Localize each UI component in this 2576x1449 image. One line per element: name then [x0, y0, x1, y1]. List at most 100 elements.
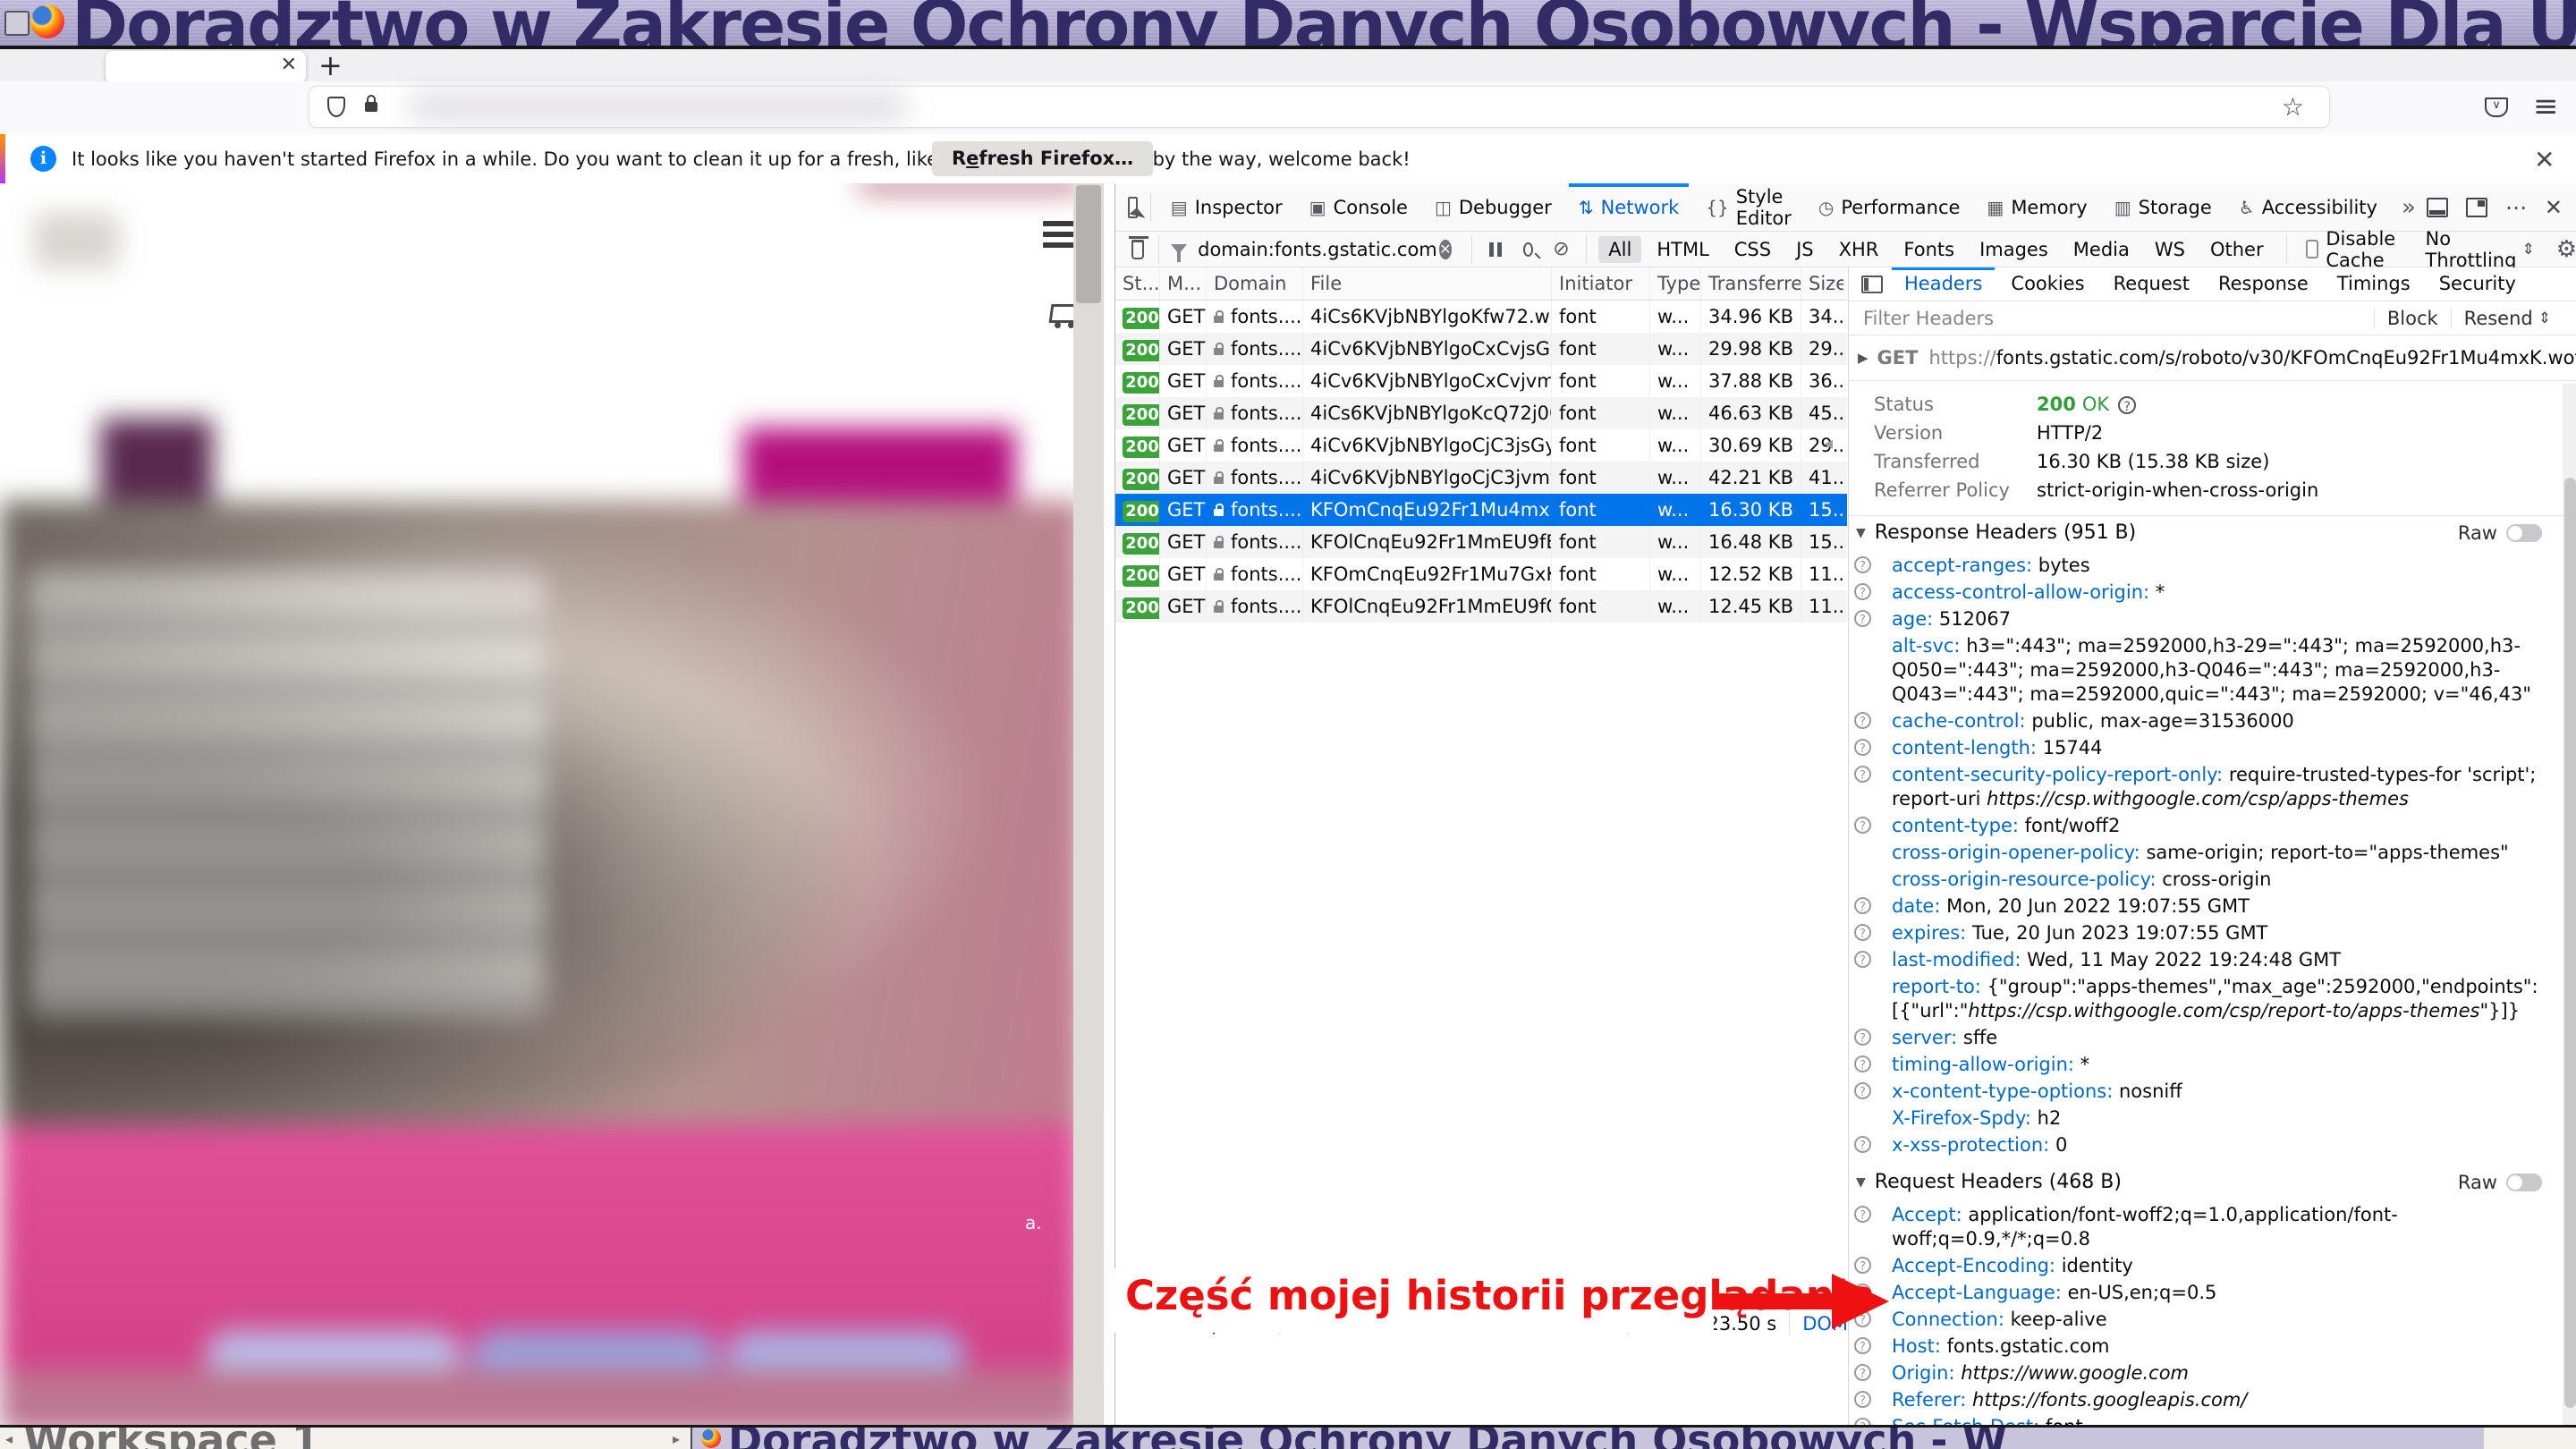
network-settings-gear-icon[interactable]: ⚙: [2556, 236, 2576, 263]
header-name[interactable]: alt-svc:: [1892, 635, 1961, 657]
help-icon[interactable]: ?: [1854, 610, 1871, 627]
header-name[interactable]: timing-allow-origin:: [1892, 1054, 2074, 1075]
header-name[interactable]: accept-ranges:: [1892, 555, 2032, 576]
expand-caret-icon[interactable]: ▶: [1858, 350, 1868, 366]
column-header[interactable]: Domain: [1207, 267, 1303, 300]
help-icon[interactable]: ?: [1854, 739, 1871, 756]
separate-window-icon[interactable]: [2466, 198, 2487, 217]
network-request-row[interactable]: 200GETfonts....4iCv6KVjbNBYlgoCjC3jvmyNL…: [1115, 462, 1847, 494]
raw-toggle[interactable]: [2506, 1174, 2542, 1191]
help-icon[interactable]: ?: [1854, 712, 1871, 729]
browser-tab[interactable]: ✕: [106, 51, 306, 83]
header-name[interactable]: cache-control:: [1892, 710, 2026, 732]
type-filter-all[interactable]: All: [1598, 236, 1641, 263]
network-request-row[interactable]: 200GETfonts....KFOmCnqEu92Fr1Mu7GxKOzY.w…: [1115, 558, 1847, 590]
collapse-pane-icon[interactable]: ◂: [1824, 432, 1833, 453]
block-button[interactable]: Block: [2374, 308, 2451, 329]
header-name[interactable]: X-Firefox-Spdy:: [1892, 1107, 2031, 1129]
pick-element-icon[interactable]: [1128, 197, 1138, 218]
header-name[interactable]: x-xss-protection:: [1892, 1134, 2049, 1156]
network-request-row[interactable]: 200GETfonts....KFOmCnqEu92Fr1Mu4mxK.woff…: [1115, 494, 1847, 526]
window-menu-icon[interactable]: [4, 11, 30, 36]
devtools-tab-memory[interactable]: ▦Memory: [1973, 183, 2100, 232]
help-icon[interactable]: ?: [1854, 1136, 1871, 1153]
network-request-row[interactable]: 200GETfonts....4iCv6KVjbNBYlgoCxCvjvmyNL…: [1115, 365, 1847, 397]
type-filter-images[interactable]: Images: [1970, 236, 2058, 263]
column-header[interactable]: File: [1303, 267, 1552, 300]
section-caret-icon[interactable]: ▼: [1856, 1175, 1866, 1190]
pause-recording-icon[interactable]: [1489, 242, 1502, 257]
help-icon[interactable]: ?: [1854, 1055, 1871, 1072]
help-icon[interactable]: ?: [1854, 1337, 1871, 1354]
notification-close-icon[interactable]: ✕: [2534, 145, 2555, 174]
block-requests-icon[interactable]: ⊘: [1553, 238, 1569, 260]
raw-toggle[interactable]: [2506, 524, 2542, 542]
devtools-tab-network[interactable]: ⇅Network: [1565, 183, 1692, 232]
help-icon[interactable]: ?: [1854, 1206, 1871, 1223]
devtools-tab-style-editor[interactable]: {}Style Editor: [1692, 183, 1805, 232]
tab-close-icon[interactable]: ✕: [281, 55, 297, 75]
type-filter-ws[interactable]: WS: [2145, 236, 2195, 263]
header-name[interactable]: Accept-Language:: [1892, 1282, 2062, 1303]
devtools-close-icon[interactable]: ✕: [2545, 195, 2563, 220]
request-url-row[interactable]: ▶ GET https://fonts.gstatic.com/s/roboto…: [1849, 335, 2576, 381]
column-header[interactable]: Size: [1801, 267, 1843, 300]
devtools-tab-inspector[interactable]: ▤Inspector: [1157, 183, 1296, 232]
header-name[interactable]: cross-origin-opener-policy:: [1892, 842, 2140, 863]
type-filter-fonts[interactable]: Fonts: [1894, 236, 1964, 263]
header-name[interactable]: age:: [1892, 608, 1933, 630]
filter-headers-input[interactable]: [1861, 307, 2374, 330]
disable-cache-checkbox[interactable]: [2306, 240, 2318, 258]
type-filter-js[interactable]: JS: [1786, 236, 1824, 263]
devtools-menu-icon[interactable]: ⋯: [2505, 195, 2527, 220]
devtools-tab-console[interactable]: ▣Console: [1296, 183, 1421, 232]
header-name[interactable]: cross-origin-resource-policy:: [1892, 869, 2157, 890]
header-name[interactable]: date:: [1892, 895, 1940, 917]
clear-filter-icon[interactable]: ✕: [1439, 240, 1451, 259]
help-icon[interactable]: ?: [1854, 924, 1871, 941]
help-icon[interactable]: ?: [1854, 1082, 1871, 1099]
header-name[interactable]: access-control-allow-origin:: [1892, 581, 2149, 603]
network-request-row[interactable]: 200GETfonts....4iCv6KVjbNBYlgoCxCvjsGyN.…: [1115, 333, 1847, 365]
header-name[interactable]: last-modified:: [1892, 949, 2021, 970]
response-headers-section[interactable]: ▼ Response Headers (951 B) Raw: [1849, 516, 2576, 549]
header-name[interactable]: Sec-Fetch-Dest:: [1892, 1416, 2039, 1425]
throttling-dropdown[interactable]: No Throttling ⇕: [2426, 228, 2535, 271]
detail-scrollbar[interactable]: [2563, 384, 2576, 1425]
header-name[interactable]: expires:: [1892, 922, 1966, 944]
network-filter-input[interactable]: [1196, 238, 1439, 261]
header-name[interactable]: Referer:: [1892, 1389, 1966, 1411]
page-scrollbar[interactable]: [1073, 183, 1104, 1425]
network-request-row[interactable]: 200GETfonts....4iCv6KVjbNBYlgoCjC3jsGyN.…: [1115, 429, 1847, 462]
help-icon[interactable]: ?: [1854, 897, 1871, 914]
help-icon[interactable]: ?: [1854, 583, 1871, 600]
menu-hamburger-icon[interactable]: ≡: [2533, 89, 2559, 124]
refresh-firefox-button[interactable]: Refresh Firefox…: [932, 141, 1153, 176]
tracking-shield-icon[interactable]: [327, 97, 345, 117]
column-header[interactable]: Initiator: [1552, 267, 1650, 300]
detail-scrollbar-thumb[interactable]: [2564, 478, 2576, 1408]
search-icon[interactable]: [1523, 242, 1533, 257]
network-request-row[interactable]: 200GETfonts....KFOlCnqEu92Fr1MmEU9fBBc4.…: [1115, 526, 1847, 558]
workspace-prev-icon[interactable]: ◂: [5, 1430, 13, 1447]
help-icon[interactable]: ?: [1854, 951, 1871, 968]
network-request-row[interactable]: 200GETfonts....KFOlCnqEu92Fr1MmEU9fChc4E…: [1115, 590, 1847, 623]
detail-tab-security[interactable]: Security: [2425, 267, 2530, 301]
page-hamburger-icon[interactable]: [1043, 221, 1077, 251]
detail-tab-timings[interactable]: Timings: [2323, 267, 2425, 301]
network-request-row[interactable]: 200GETfonts....4iCs6KVjbNBYlgoKfw72.woff…: [1115, 301, 1847, 333]
help-icon[interactable]: ?: [1854, 1364, 1871, 1381]
new-tab-button[interactable]: +: [318, 49, 343, 81]
clear-requests-icon[interactable]: [1131, 240, 1144, 259]
help-icon[interactable]: ?: [1854, 766, 1871, 783]
pocket-icon[interactable]: ∨: [2485, 97, 2508, 117]
url-bar[interactable]: ☆: [309, 87, 2329, 127]
help-icon[interactable]: ?: [1854, 556, 1871, 573]
detail-tab-request[interactable]: Request: [2099, 267, 2204, 301]
type-filter-html[interactable]: HTML: [1647, 236, 1718, 263]
more-tabs-icon[interactable]: »: [2391, 194, 2427, 221]
header-name[interactable]: Connection:: [1892, 1309, 2004, 1330]
header-name[interactable]: Origin:: [1892, 1362, 1955, 1384]
bookmark-star-icon[interactable]: ☆: [2282, 92, 2304, 122]
sidebar-toggle-icon[interactable]: [1861, 275, 1883, 293]
